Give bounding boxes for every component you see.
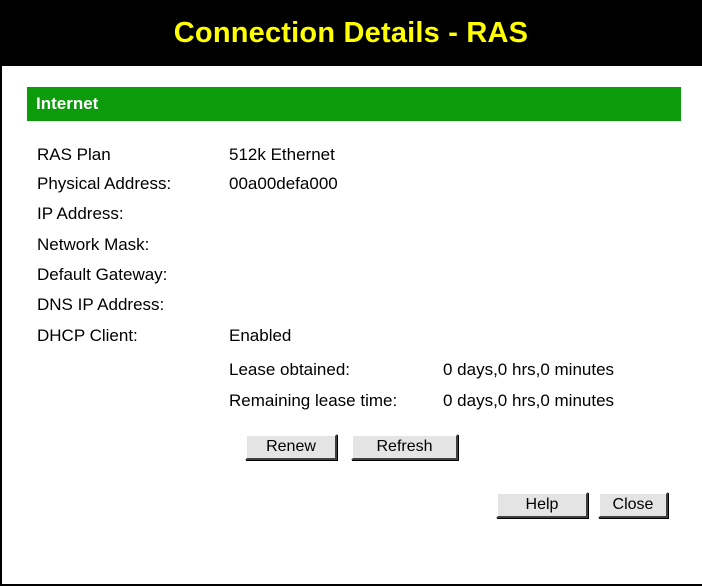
network-mask-label: Network Mask: [37,235,150,254]
title-bar: Connection Details - RAS [0,0,702,66]
dns-ip-address-label: DNS IP Address: [37,295,165,314]
renew-button[interactable]: Renew [245,434,337,460]
page-title: Connection Details - RAS [173,16,529,49]
dhcp-client-value: Enabled [229,326,292,345]
physical-address-label: Physical Address: [37,174,172,193]
remaining-lease-value: 0 days,0 hrs,0 minutes [443,391,615,410]
ras-plan-value: 512k Ethernet [229,145,335,164]
section-header-internet: Internet [27,87,681,121]
default-gateway-label: Default Gateway: [37,265,168,284]
remaining-lease-label: Remaining lease time: [229,391,398,410]
refresh-button[interactable]: Refresh [351,434,458,460]
section-header-label: Internet [36,94,99,113]
lease-obtained-value: 0 days,0 hrs,0 minutes [443,360,615,379]
dhcp-client-label: DHCP Client: [37,326,138,345]
ras-plan-label: RAS Plan [37,145,111,164]
physical-address-value: 00a00defa000 [229,174,338,193]
lease-obtained-label: Lease obtained: [229,360,350,379]
ip-address-label: IP Address: [37,204,124,223]
help-button[interactable]: Help [496,492,588,518]
close-button[interactable]: Close [598,492,668,518]
